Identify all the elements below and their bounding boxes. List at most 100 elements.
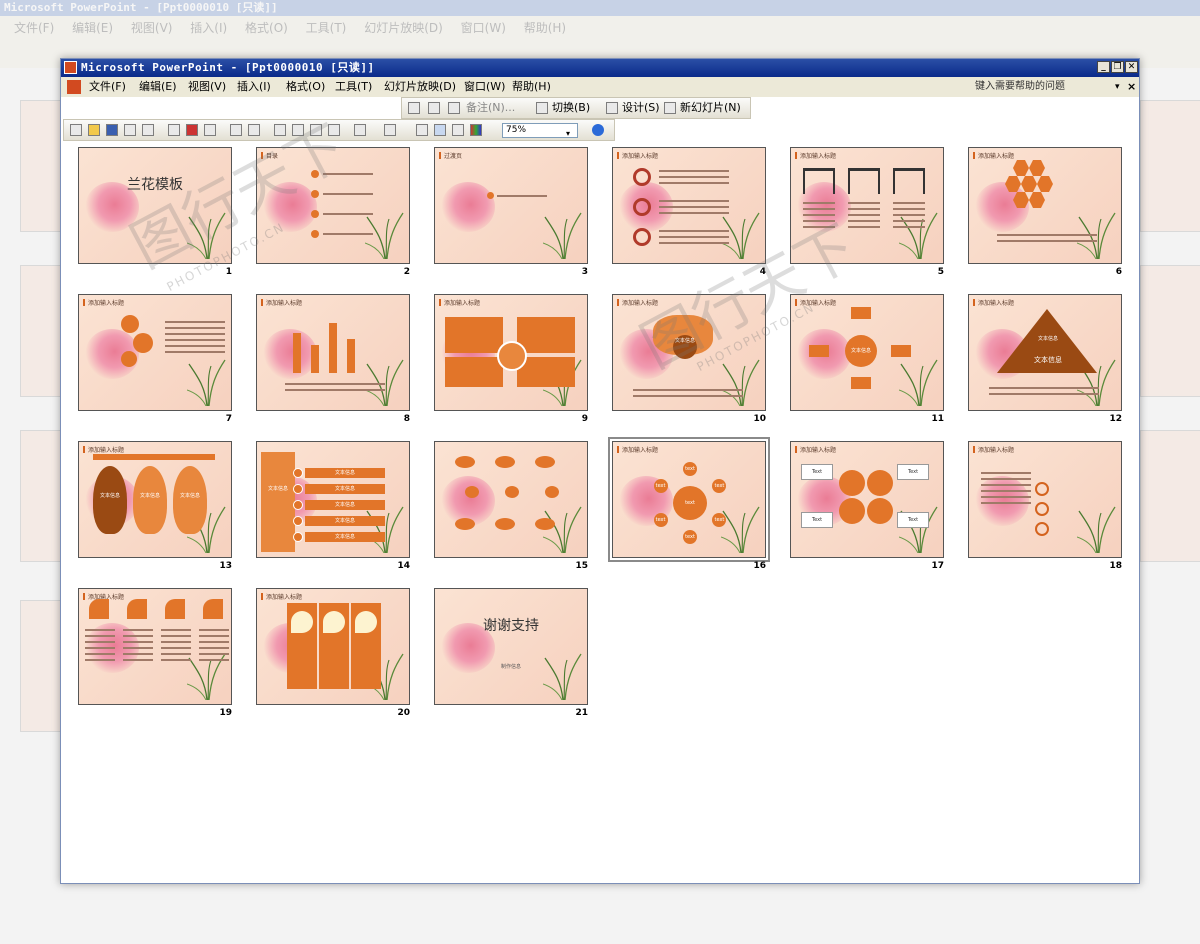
slide-thumbnail[interactable]: 添加输入标题 bbox=[968, 441, 1122, 558]
slide-thumbnail[interactable]: 添加输入标题 bbox=[612, 147, 766, 264]
menu-view[interactable]: 视图(V) bbox=[188, 77, 226, 97]
menu-file[interactable]: 文件(F) bbox=[89, 77, 126, 97]
new-slide-button[interactable]: 新幻灯片(N) bbox=[680, 98, 741, 118]
text-line bbox=[199, 659, 229, 661]
orchid-leaves-decoration bbox=[898, 356, 939, 407]
document-icon[interactable] bbox=[67, 80, 81, 94]
email-icon[interactable] bbox=[142, 124, 154, 136]
hide-slide-icon[interactable] bbox=[408, 102, 420, 114]
help-icon[interactable] bbox=[592, 124, 604, 136]
slide-number: 17 bbox=[931, 561, 944, 571]
slide-title: 添加输入标题 bbox=[83, 445, 124, 454]
speaker-notes-icon[interactable] bbox=[448, 102, 460, 114]
bottom-label: 文本信息 bbox=[1034, 356, 1062, 364]
diagram-shape bbox=[165, 599, 185, 619]
menu-insert[interactable]: 插入(I) bbox=[237, 77, 271, 97]
slide-thumbnail[interactable]: 添加输入标题 文本信息 文本信息 bbox=[968, 294, 1122, 411]
text-line bbox=[981, 496, 1031, 498]
slide-thumbnail[interactable]: 添加输入标题 bbox=[256, 294, 410, 411]
slide-thumbnail[interactable]: 谢谢支持 制作信息 bbox=[434, 588, 588, 705]
powerpoint-app-icon[interactable] bbox=[64, 61, 77, 74]
slide-thumbnail[interactable]: 添加输入标题 bbox=[78, 588, 232, 705]
permission-icon[interactable] bbox=[124, 124, 136, 136]
diagram-shape bbox=[133, 466, 167, 534]
minimize-button[interactable]: _ bbox=[1097, 61, 1110, 73]
menu-edit[interactable]: 编辑(E) bbox=[139, 77, 177, 97]
redo-icon[interactable] bbox=[384, 124, 396, 136]
save-icon[interactable] bbox=[106, 124, 118, 136]
diagram-shape bbox=[487, 192, 494, 199]
slide-thumbnail[interactable]: 添加输入标题 bbox=[434, 294, 588, 411]
format-painter-icon[interactable] bbox=[328, 124, 340, 136]
slide-thumbnail[interactable]: 目录 bbox=[256, 147, 410, 264]
slide-title: 添加输入标题 bbox=[617, 151, 658, 160]
pdf-icon[interactable] bbox=[186, 124, 198, 136]
diagram-shape bbox=[89, 599, 109, 619]
print-icon[interactable] bbox=[168, 124, 180, 136]
comment-button[interactable]: 备注(N)... bbox=[466, 98, 515, 118]
text-line bbox=[161, 629, 191, 631]
menu-format[interactable]: 格式(O) bbox=[286, 77, 325, 97]
close-window-button[interactable]: ✕ bbox=[1125, 61, 1138, 73]
slide-thumbnail[interactable]: 过渡页 bbox=[434, 147, 588, 264]
slide-number: 12 bbox=[1109, 414, 1122, 424]
text-line bbox=[123, 653, 153, 655]
slide-thumbnail[interactable]: 添加输入标题 Text Text Text Text bbox=[790, 441, 944, 558]
slide-title: 添加输入标题 bbox=[973, 445, 1014, 454]
slide-title: 添加输入标题 bbox=[795, 445, 836, 454]
orchid-leaves-decoration bbox=[364, 503, 405, 554]
text-line bbox=[123, 629, 153, 631]
slide-thumbnail[interactable]: 文本信息 文本信息 文本信息 文本信息 文本信息 文本信息 bbox=[256, 441, 410, 558]
copy-icon[interactable] bbox=[292, 124, 304, 136]
slide-thumbnail[interactable]: 添加输入标题 文本信息 文本信息 文本信息 bbox=[78, 441, 232, 558]
orchid-leaves-decoration bbox=[720, 209, 761, 260]
chevron-down-icon[interactable]: ▾ bbox=[1115, 77, 1120, 97]
diagram-shape bbox=[445, 317, 503, 353]
open-folder-icon[interactable] bbox=[88, 124, 100, 136]
slide-number: 19 bbox=[219, 708, 232, 718]
print-preview-icon[interactable] bbox=[204, 124, 216, 136]
slide-thumbnail[interactable]: 添加输入标题 bbox=[78, 294, 232, 411]
bg-menu-item: 文件(F) bbox=[14, 21, 55, 35]
show-formatting-icon[interactable] bbox=[434, 124, 446, 136]
text-line bbox=[893, 226, 925, 228]
slide-title: 添加输入标题 bbox=[261, 298, 302, 307]
transition-button[interactable]: 切换(B) bbox=[552, 98, 590, 118]
slide-number: 16 bbox=[753, 561, 766, 571]
slide-thumbnail[interactable]: 添加输入标题 bbox=[256, 588, 410, 705]
research-icon[interactable] bbox=[248, 124, 260, 136]
spelling-icon[interactable] bbox=[230, 124, 242, 136]
color-grayscale-icon[interactable] bbox=[470, 124, 482, 136]
expand-all-icon[interactable] bbox=[416, 124, 428, 136]
slide-thumbnail[interactable]: 添加输入标题 文本信息 bbox=[790, 294, 944, 411]
slide-thumbnail[interactable]: 添加输入标题 文本信息 bbox=[612, 294, 766, 411]
menu-help[interactable]: 帮助(H) bbox=[512, 77, 551, 97]
text-line bbox=[989, 393, 1099, 395]
text-line bbox=[893, 220, 925, 222]
paste-icon[interactable] bbox=[310, 124, 322, 136]
slide-thumbnail[interactable]: 兰花模板 bbox=[78, 147, 232, 264]
menu-window[interactable]: 窗口(W) bbox=[464, 77, 505, 97]
slide-thumbnail[interactable]: 添加输入标题 text text text text text text text bbox=[608, 437, 770, 562]
slide-thumbnail[interactable]: 添加输入标题 bbox=[790, 147, 944, 264]
restore-button[interactable]: ❐ bbox=[1111, 61, 1124, 73]
help-search-input[interactable]: 键入需要帮助的问题 bbox=[975, 77, 1065, 97]
undo-icon[interactable] bbox=[354, 124, 366, 136]
summary-slide-icon[interactable] bbox=[428, 102, 440, 114]
design-button[interactable]: 设计(S) bbox=[622, 98, 660, 118]
diagram-shape bbox=[867, 470, 893, 496]
close-document-button[interactable]: × bbox=[1127, 77, 1136, 97]
diagram-shape bbox=[293, 468, 303, 478]
text-line bbox=[848, 202, 880, 204]
text-line bbox=[85, 629, 115, 631]
slide-thumbnail[interactable]: 添加输入标题 bbox=[968, 147, 1122, 264]
slide-number: 3 bbox=[581, 267, 588, 277]
new-file-icon[interactable] bbox=[70, 124, 82, 136]
grid-icon[interactable] bbox=[452, 124, 464, 136]
text-line bbox=[165, 339, 225, 341]
slide-thumbnail[interactable] bbox=[434, 441, 588, 558]
menu-slideshow[interactable]: 幻灯片放映(D) bbox=[384, 77, 456, 97]
cut-icon[interactable] bbox=[274, 124, 286, 136]
menu-tools[interactable]: 工具(T) bbox=[335, 77, 372, 97]
slide-title: 目录 bbox=[261, 151, 278, 160]
